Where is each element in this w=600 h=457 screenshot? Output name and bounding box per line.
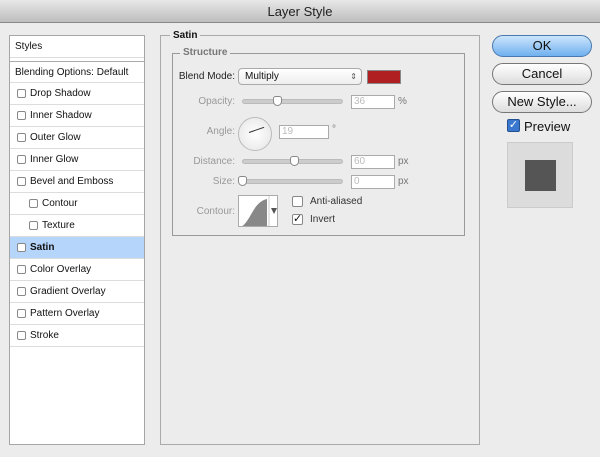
contour-curve-icon — [242, 196, 277, 226]
checkbox[interactable] — [17, 133, 26, 142]
sidebar-item-label: Gradient Overlay — [30, 286, 106, 297]
sidebar-item-satin[interactable]: Satin — [10, 237, 144, 259]
sidebar-item-drop-shadow[interactable]: Drop Shadow — [10, 83, 144, 105]
opacity-slider[interactable] — [242, 99, 343, 104]
distance-field[interactable]: 60 — [351, 155, 395, 169]
blend-mode-value: Multiply — [245, 71, 279, 82]
satin-title: Satin — [170, 30, 201, 41]
sidebar-item-inner-glow[interactable]: Inner Glow — [10, 149, 144, 171]
sidebar-item-pattern-overlay[interactable]: Pattern Overlay — [10, 303, 144, 325]
sidebar-item-label: Texture — [42, 220, 75, 231]
checkbox[interactable] — [29, 199, 38, 208]
color-swatch[interactable] — [367, 70, 401, 84]
checkbox[interactable] — [17, 89, 26, 98]
sidebar-item-label: Contour — [42, 198, 78, 209]
sidebar-item-styles[interactable]: Styles — [10, 36, 144, 58]
checkbox[interactable] — [17, 177, 26, 186]
angle-label: Angle: — [206, 126, 235, 137]
distance-slider-thumb[interactable] — [290, 156, 299, 166]
size-label: Size: — [212, 176, 235, 187]
contour-label: Contour: — [196, 206, 235, 217]
sidebar-item-stroke[interactable]: Stroke — [10, 325, 144, 347]
checkbox[interactable] — [17, 331, 26, 340]
preview-label: Preview — [524, 119, 571, 134]
contour-picker[interactable] — [238, 195, 278, 227]
checkbox[interactable] — [17, 111, 26, 120]
blend-mode-select[interactable]: Multiply ⇕ — [238, 68, 362, 85]
sidebar-item-label: Styles — [15, 41, 43, 52]
angle-needle — [248, 126, 265, 133]
opacity-label: Opacity: — [198, 96, 235, 107]
checkbox[interactable] — [29, 221, 38, 230]
sidebar-item-label: Inner Glow — [30, 154, 79, 165]
sidebar-item-label: Drop Shadow — [30, 88, 91, 99]
opacity-unit: % — [398, 96, 407, 107]
opacity-slider-thumb[interactable] — [273, 96, 282, 106]
checkbox[interactable] — [17, 265, 26, 274]
checkbox[interactable] — [17, 155, 26, 164]
sidebar-item-bevel-and-emboss[interactable]: Bevel and Emboss — [10, 171, 144, 193]
sidebar-item-outer-glow[interactable]: Outer Glow — [10, 127, 144, 149]
invert-label: Invert — [310, 214, 336, 225]
distance-label: Distance: — [193, 156, 235, 167]
title-bar: Layer Style — [0, 0, 600, 23]
preview-square — [525, 160, 556, 191]
invert-checkbox[interactable]: ✓ — [292, 214, 303, 225]
size-slider[interactable] — [242, 179, 343, 184]
preview-thumbnail — [507, 142, 573, 208]
ok-button[interactable]: OK — [492, 35, 592, 57]
new-style-button[interactable]: New Style... — [492, 91, 592, 113]
sidebar-item-label: Color Overlay — [30, 264, 92, 275]
sidebar-item-blending-options-default[interactable]: Blending Options: Default — [10, 61, 144, 83]
sidebar-item-gradient-overlay[interactable]: Gradient Overlay — [10, 281, 144, 303]
sidebar-item-contour[interactable]: Contour — [10, 193, 144, 215]
angle-dial[interactable] — [238, 117, 272, 151]
distance-unit: px — [398, 156, 409, 167]
anti-aliased-label: Anti-aliased — [310, 196, 363, 207]
size-slider-thumb[interactable] — [238, 176, 247, 186]
size-field[interactable]: 0 — [351, 175, 395, 189]
sidebar-item-label: Pattern Overlay — [30, 308, 100, 319]
anti-aliased-checkbox[interactable] — [292, 196, 303, 207]
updown-icon: ⇕ — [350, 72, 357, 81]
sidebar-item-color-overlay[interactable]: Color Overlay — [10, 259, 144, 281]
sidebar-item-label: Stroke — [30, 330, 59, 341]
blend-mode-label: Blend Mode: — [178, 71, 235, 82]
size-unit: px — [398, 176, 409, 187]
sidebar-item-texture[interactable]: Texture — [10, 215, 144, 237]
opacity-field[interactable]: 36 — [351, 95, 395, 109]
sidebar-item-label: Inner Shadow — [30, 110, 92, 121]
sidebar-item-label: Outer Glow — [30, 132, 81, 143]
angle-unit: ° — [332, 124, 336, 135]
styles-list: Styles Blending Options: Default Drop Shad… — [9, 35, 145, 445]
angle-field[interactable]: 19 — [279, 125, 329, 139]
cancel-button[interactable]: Cancel — [492, 63, 592, 85]
sidebar-item-inner-shadow[interactable]: Inner Shadow — [10, 105, 144, 127]
sidebar-item-label: Blending Options: Default — [15, 67, 129, 78]
checkbox[interactable] — [17, 243, 26, 252]
structure-title: Structure — [180, 47, 231, 58]
sidebar-item-label: Bevel and Emboss — [30, 176, 114, 187]
preview-checkbox[interactable]: ✓ — [507, 119, 520, 132]
sidebar-item-label: Satin — [30, 242, 55, 253]
checkbox[interactable] — [17, 309, 26, 318]
checkbox[interactable] — [17, 287, 26, 296]
